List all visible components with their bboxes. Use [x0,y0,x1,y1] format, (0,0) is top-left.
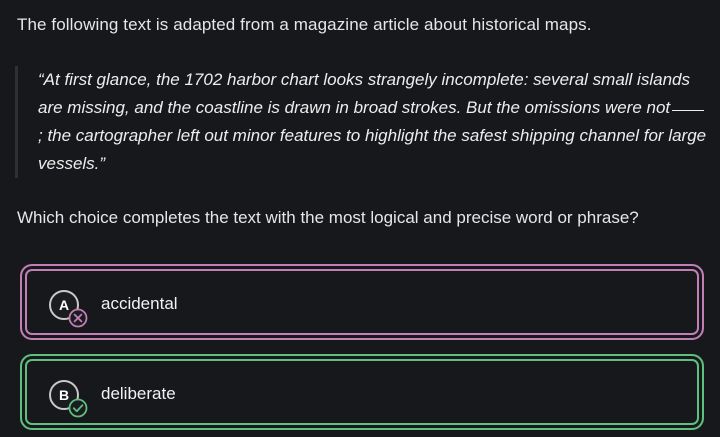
passage-text-part1: “At first glance, the 1702 harbor chart … [38,70,690,117]
question-prompt: Which choice completes the text with the… [17,208,639,227]
choice-a[interactable]: A accidental [20,264,704,340]
choice-label: accidental [101,294,178,313]
passage-quote: “At first glance, the 1702 harbor chart … [38,66,708,178]
passage-blank [672,109,705,111]
quote-bar [15,66,18,178]
choice-label: deliberate [101,384,176,403]
intro-text: The following text is adapted from a mag… [17,15,592,34]
passage-text-part2: ; the cartographer left out minor featur… [38,126,707,173]
check-circle-icon [68,398,88,418]
choice-b[interactable]: B deliberate [20,354,704,430]
x-circle-icon [68,308,88,328]
question-page: The following text is adapted from a mag… [0,0,720,437]
